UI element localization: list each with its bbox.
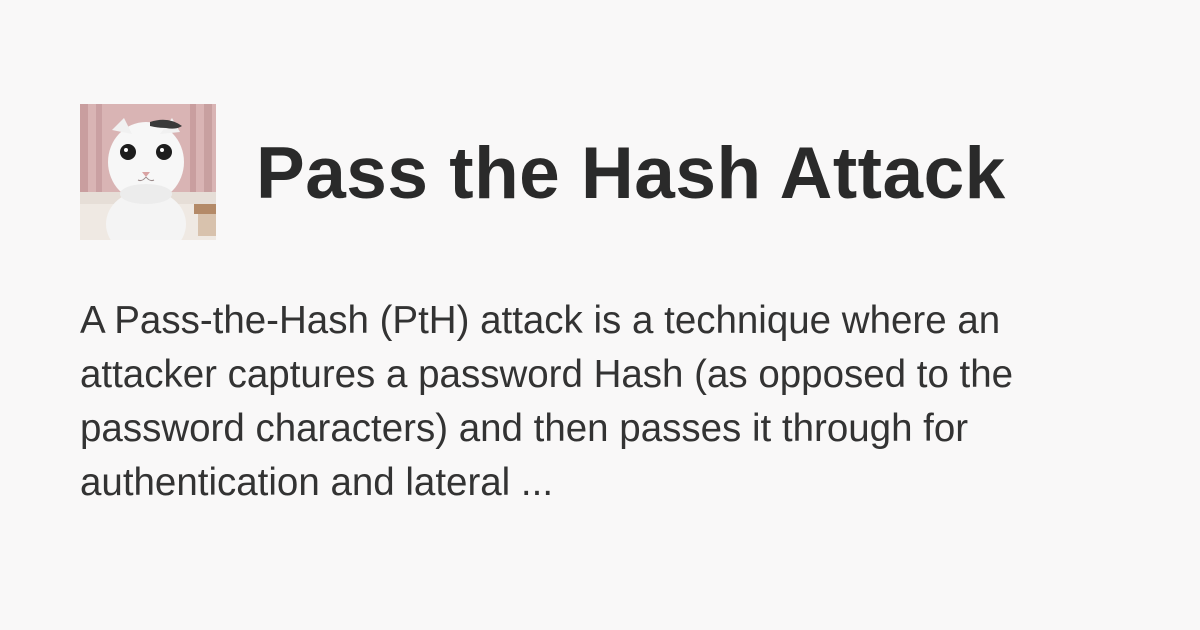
cat-photo-icon	[80, 104, 216, 240]
page-title: Pass the Hash Attack	[256, 133, 1006, 214]
preview-card: Pass the Hash Attack A Pass-the-Hash (Pt…	[0, 0, 1200, 630]
avatar	[80, 104, 216, 240]
article-description: A Pass-the-Hash (PtH) attack is a techni…	[80, 299, 1014, 504]
